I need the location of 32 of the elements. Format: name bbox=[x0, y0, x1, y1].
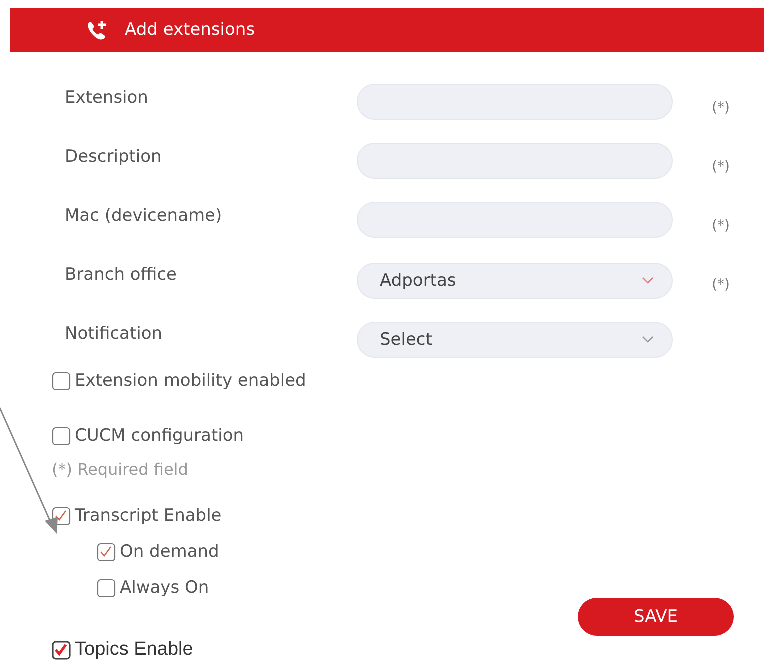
checkbox[interactable] bbox=[97, 542, 116, 562]
checkbox[interactable] bbox=[52, 640, 71, 660]
header-title: Add extensions bbox=[125, 20, 256, 40]
checkbox-label: CUCM configuration bbox=[75, 426, 244, 446]
checkbox-label: Always On bbox=[120, 578, 210, 598]
chevron-icon bbox=[642, 336, 654, 344]
checkbox[interactable] bbox=[52, 506, 71, 526]
required-mark: (*) bbox=[712, 276, 730, 292]
checkbox[interactable] bbox=[52, 426, 71, 446]
field-label: Notification bbox=[64, 324, 164, 344]
chevron-icon bbox=[642, 276, 654, 284]
text-field[interactable] bbox=[357, 202, 673, 238]
checkbox-label: Transcript Enable bbox=[75, 506, 222, 526]
dropdown[interactable]: Adportas bbox=[357, 262, 673, 298]
required-note: (*) Required field bbox=[52, 460, 190, 479]
checkbox[interactable] bbox=[97, 578, 116, 598]
phone-plus-icon bbox=[85, 19, 109, 41]
field-label: Mac (devicename) bbox=[64, 206, 224, 226]
required-mark: (*) bbox=[712, 158, 730, 174]
checkbox-label: Topics Enable bbox=[75, 639, 194, 661]
field-label: Branch office bbox=[64, 264, 178, 284]
field-label: Description bbox=[64, 146, 163, 166]
text-field[interactable] bbox=[357, 84, 673, 120]
checkbox[interactable] bbox=[52, 372, 71, 390]
required-mark: (*) bbox=[712, 218, 730, 234]
checkbox-label: On demand bbox=[120, 542, 220, 562]
required-mark: (*) bbox=[712, 100, 730, 116]
dropdown[interactable]: Select bbox=[357, 322, 673, 358]
field-label: Extension bbox=[64, 88, 150, 108]
save-button[interactable]: SAVE bbox=[578, 598, 734, 636]
checkbox-label: Extension mobility enabled bbox=[75, 371, 306, 391]
text-field[interactable] bbox=[357, 142, 673, 178]
